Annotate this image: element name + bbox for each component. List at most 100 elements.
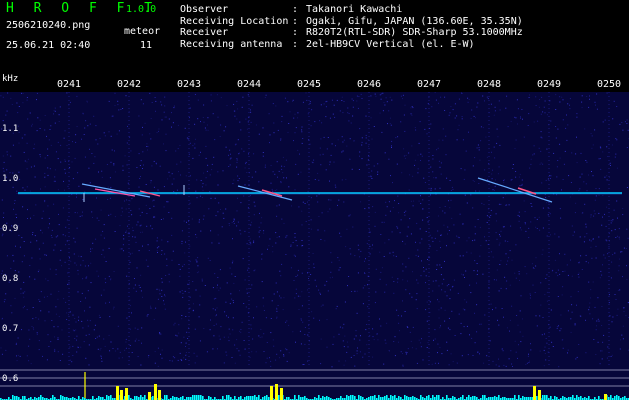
noise-pixel: [510, 350, 512, 352]
noise-pixel: [79, 215, 81, 217]
noise-pixel: [117, 100, 119, 102]
noise-pixel: [496, 238, 498, 240]
activity-bar: [172, 396, 174, 400]
noise-pixel: [342, 340, 344, 342]
noise-pixel: [525, 230, 527, 232]
noise-pixel: [276, 189, 278, 191]
noise-pixel: [477, 102, 479, 104]
noise-pixel: [110, 135, 112, 137]
noise-pixel: [555, 94, 557, 96]
noise-pixel: [356, 350, 358, 352]
noise-pixel: [236, 158, 238, 160]
noise-pixel: [281, 263, 283, 265]
noise-pixel: [223, 362, 225, 364]
noise-pixel: [103, 224, 105, 226]
noise-pixel: [174, 322, 176, 324]
noise-pixel: [449, 329, 451, 331]
noise-pixel: [584, 203, 586, 205]
freq-tick: 0.7: [2, 324, 19, 334]
noise-pixel: [64, 159, 66, 161]
noise-pixel: [311, 311, 313, 313]
noise-pixel: [575, 202, 577, 204]
noise-pixel: [100, 355, 102, 357]
noise-pixel: [66, 145, 68, 146]
noise-pixel: [108, 131, 110, 133]
noise-pixel: [567, 124, 569, 126]
noise-pixel: [198, 271, 200, 273]
noise-pixel: [59, 106, 61, 108]
noise-pixel: [64, 168, 66, 170]
noise-pixel: [310, 125, 312, 127]
noise-pixel: [483, 204, 485, 205]
noise-pixel: [440, 274, 442, 276]
noise-pixel: [569, 98, 571, 100]
noise-pixel: [318, 216, 320, 217]
noise-pixel: [319, 292, 321, 294]
noise-pixel: [498, 365, 500, 367]
noise-pixel: [140, 224, 142, 226]
noise-pixel: [360, 250, 362, 252]
noise-pixel: [32, 318, 34, 320]
noise-pixel: [141, 211, 143, 213]
noise-pixel: [290, 267, 292, 269]
noise-pixel: [544, 100, 546, 102]
noise-pixel: [586, 96, 588, 97]
noise-pixel: [407, 226, 409, 228]
noise-pixel: [459, 213, 461, 215]
noise-pixel: [201, 186, 203, 188]
noise-pixel: [165, 133, 167, 135]
noise-pixel: [392, 182, 393, 184]
noise-pixel: [284, 97, 286, 99]
noise-pixel: [436, 149, 438, 151]
noise-pixel: [407, 280, 408, 282]
noise-pixel: [419, 121, 421, 123]
noise-pixel: [397, 195, 399, 197]
noise-pixel: [89, 182, 91, 184]
noise-pixel: [547, 214, 549, 216]
noise-pixel: [616, 200, 618, 202]
info-separator: :: [292, 15, 299, 27]
noise-pixel: [484, 236, 485, 238]
noise-pixel: [84, 127, 86, 129]
activity-bar: [22, 396, 24, 400]
noise-pixel: [416, 279, 418, 281]
noise-pixel: [299, 330, 301, 332]
freq-tick: 0.9: [2, 224, 19, 234]
noise-pixel: [472, 179, 474, 181]
noise-pixel: [402, 279, 404, 281]
noise-pixel: [198, 219, 200, 221]
activity-bar: [370, 396, 372, 400]
meteor-label: meteor: [124, 26, 161, 37]
noise-pixel: [505, 288, 507, 290]
noise-pixel: [194, 147, 196, 149]
activity-bar: [462, 395, 464, 400]
noise-pixel: [129, 253, 131, 255]
noise-pixel: [386, 206, 388, 208]
noise-pixel: [297, 274, 299, 276]
noise-pixel: [194, 362, 196, 364]
noise-pixel: [294, 297, 296, 299]
noise-pixel: [486, 179, 488, 181]
noise-pixel: [567, 103, 569, 105]
noise-pixel: [320, 363, 322, 365]
noise-pixel: [38, 269, 40, 271]
noise-pixel: [601, 306, 603, 307]
noise-pixel: [550, 309, 552, 311]
noise-pixel: [176, 189, 178, 191]
noise-pixel: [97, 275, 99, 277]
noise-pixel: [496, 279, 497, 281]
noise-pixel: [88, 344, 90, 346]
noise-pixel: [250, 328, 252, 330]
noise-pixel: [402, 365, 404, 367]
noise-pixel: [199, 340, 201, 342]
noise-pixel: [608, 232, 610, 234]
noise-pixel: [227, 336, 229, 338]
noise-pixel: [381, 221, 383, 223]
noise-pixel: [49, 223, 50, 225]
noise-pixel: [23, 241, 25, 242]
noise-pixel: [474, 226, 476, 228]
noise-pixel: [384, 242, 386, 244]
noise-pixel: [156, 240, 158, 242]
noise-pixel: [415, 241, 416, 243]
noise-pixel: [494, 106, 496, 108]
